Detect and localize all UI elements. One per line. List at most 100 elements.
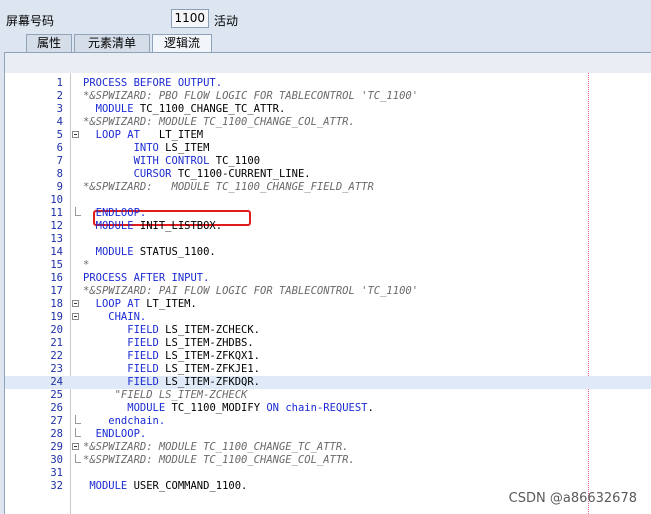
code-line[interactable]: 3 MODULE TC_1100_CHANGE_TC_ATTR. (5, 103, 651, 116)
line-number: 27 (50, 415, 63, 427)
tab-attributes[interactable]: 属性 (26, 34, 72, 52)
code-text: FIELD LS_ITEM-ZFKQX1. (83, 350, 260, 363)
code-line[interactable]: 14 MODULE STATUS_1100. (5, 246, 651, 259)
comment-token: *&SPWIZARD: MODULE TC_1100_CHANGE_TC_ATT… (83, 441, 349, 453)
code-line[interactable]: 12 MODULE INIT_LISTBOX. (5, 220, 651, 233)
line-number: 17 (50, 285, 63, 297)
code-editor[interactable]: 1 PROCESS BEFORE OUTPUT. 2 *&SPWIZARD: PBO … (5, 73, 651, 514)
code-token: USER_COMMAND_1100. (127, 480, 248, 492)
fold-end-icon (75, 207, 81, 216)
code-line[interactable]: 4 *&SPWIZARD: MODULE TC_1100_CHANGE_COL_A… (5, 116, 651, 129)
keyword-token: MODULE (83, 402, 166, 414)
screen-status: 活动 (214, 14, 239, 28)
code-line[interactable]: 7 WITH CONTROL TC_1100 (5, 155, 651, 168)
fold-end-icon (75, 428, 81, 437)
code-token: . (367, 402, 374, 414)
comment-token: *&SPWIZARD: MODULE TC_1100_CHANGE_COL_AT… (83, 116, 355, 128)
code-text: *&SPWIZARD: MODULE TC_1100_CHANGE_FIELD_… (83, 181, 374, 194)
code-line[interactable]: 15 * (5, 259, 651, 272)
code-token: LS_ITEM-ZCHECK. (158, 324, 261, 336)
comment-token: * (83, 259, 90, 271)
comment-token: *&SPWIZARD: PAI FLOW LOGIC FOR TABLECONT… (83, 285, 419, 297)
fold-toggle-icon[interactable] (72, 313, 79, 320)
code-token: INIT_LISTBOX. (133, 220, 223, 232)
line-number: 13 (50, 233, 63, 245)
code-line[interactable]: 2 *&SPWIZARD: PBO FLOW LOGIC FOR TABLECON… (5, 90, 651, 103)
code-text: PROCESS BEFORE OUTPUT. (83, 77, 222, 90)
keyword-token: endchain. (83, 415, 166, 427)
fold-end-icon (75, 415, 81, 424)
code-text: LOOP AT LT_ITEM (83, 129, 203, 142)
code-text: *&SPWIZARD: MODULE TC_1100_CHANGE_COL_AT… (83, 116, 355, 129)
keyword-token: MODULE (83, 246, 134, 258)
fold-toggle-icon[interactable] (72, 443, 79, 450)
code-line[interactable]: 27 endchain. (5, 415, 651, 428)
comment-token: *&SPWIZARD: MODULE TC_1100_CHANGE_FIELD_… (83, 181, 374, 193)
code-line[interactable]: 25 "FIELD LS_ITEM-ZCHECK (5, 389, 651, 402)
flow-logic-panel: 1 PROCESS BEFORE OUTPUT. 2 *&SPWIZARD: PBO … (4, 52, 651, 514)
tab-element-list[interactable]: 元素清单 (74, 34, 150, 52)
line-number: 12 (50, 220, 63, 232)
code-token: TC_1100_CHANGE_TC_ATTR. (133, 103, 286, 115)
code-line[interactable]: 24 FIELD LS_ITEM-ZFKDQR. (5, 376, 651, 389)
code-line[interactable]: 21 FIELD LS_ITEM-ZHDBS. (5, 337, 651, 350)
code-token: LT_ITEM. (139, 298, 197, 310)
code-text: *&SPWIZARD: PAI FLOW LOGIC FOR TABLECONT… (83, 285, 418, 298)
tab-flow-logic[interactable]: 逻辑流 (152, 34, 212, 53)
tab-element-list-label: 元素清单 (87, 36, 136, 50)
line-number: 8 (56, 168, 63, 180)
code-line[interactable]: 11 ENDLOOP. (5, 207, 651, 220)
keyword-token: MODULE (83, 220, 134, 232)
line-number: 31 (50, 467, 63, 479)
code-line[interactable]: 10 (5, 194, 651, 207)
code-text: CHAIN. (83, 311, 146, 324)
code-token: LS_ITEM-ZHDBS. (158, 337, 254, 349)
code-text: MODULE STATUS_1100. (83, 246, 216, 259)
keyword-token: FIELD (83, 337, 159, 349)
code-line[interactable]: 16 PROCESS AFTER INPUT. (5, 272, 651, 285)
code-line[interactable]: 23 FIELD LS_ITEM-ZFKJE1. (5, 363, 651, 376)
code-line[interactable]: 1 PROCESS BEFORE OUTPUT. (5, 77, 651, 90)
code-line[interactable]: 20 FIELD LS_ITEM-ZCHECK. (5, 324, 651, 337)
code-text: FIELD LS_ITEM-ZCHECK. (83, 324, 260, 337)
code-text: INTO LS_ITEM (83, 142, 210, 155)
code-token: LS_ITEM-ZFKDQR. (158, 376, 261, 388)
keyword-token: LOOP AT (83, 129, 140, 141)
code-text: LOOP AT LT_ITEM. (83, 298, 197, 311)
code-line[interactable]: 30 *&SPWIZARD: MODULE TC_1100_CHANGE_COL_… (5, 454, 651, 467)
code-line[interactable]: 28 ENDLOOP. (5, 428, 651, 441)
line-number: 1 (56, 77, 63, 89)
keyword-token: MODULE (83, 103, 134, 115)
fold-toggle-icon[interactable] (72, 131, 79, 138)
code-line[interactable]: 22 FIELD LS_ITEM-ZFKQX1. (5, 350, 651, 363)
keyword-token: INTO (83, 142, 159, 154)
code-text: ENDLOOP. (83, 428, 147, 441)
fold-toggle-icon[interactable] (72, 300, 79, 307)
code-line[interactable]: 31 (5, 467, 651, 480)
code-line[interactable]: 6 INTO LS_ITEM (5, 142, 651, 155)
code-text: MODULE USER_COMMAND_1100. (83, 480, 247, 493)
code-text: *&SPWIZARD: MODULE TC_1100_CHANGE_TC_ATT… (83, 441, 349, 454)
code-line[interactable]: 9 *&SPWIZARD: MODULE TC_1100_CHANGE_FIELD… (5, 181, 651, 194)
fold-end-icon (75, 454, 81, 463)
code-line[interactable]: 18 LOOP AT LT_ITEM. (5, 298, 651, 311)
keyword-token: CURSOR (83, 168, 172, 180)
keyword-token: chain-REQUEST (285, 402, 368, 414)
screen-number-field[interactable]: 1100 (171, 9, 209, 28)
code-text: MODULE TC_1100_MODIFY ON chain-REQUEST. (83, 402, 374, 415)
keyword-token: WITH CONTROL (83, 155, 210, 167)
line-number: 14 (50, 246, 63, 258)
code-token: STATUS_1100. (133, 246, 216, 258)
code-line[interactable]: 5 LOOP AT LT_ITEM (5, 129, 651, 142)
line-number: 28 (50, 428, 63, 440)
code-text: "FIELD LS_ITEM-ZCHECK (83, 389, 248, 402)
code-line[interactable]: 26 MODULE TC_1100_MODIFY ON chain-REQUES… (5, 402, 651, 415)
code-line[interactable]: 17 *&SPWIZARD: PAI FLOW LOGIC FOR TABLECO… (5, 285, 651, 298)
code-line[interactable]: 8 CURSOR TC_1100-CURRENT_LINE. (5, 168, 651, 181)
line-number: 3 (56, 103, 63, 115)
code-token: LS_ITEM (158, 142, 210, 154)
code-line[interactable]: 19 CHAIN. (5, 311, 651, 324)
code-line[interactable]: 29 *&SPWIZARD: MODULE TC_1100_CHANGE_TC_A… (5, 441, 651, 454)
keyword-token: LOOP AT (83, 298, 140, 310)
code-line[interactable]: 13 (5, 233, 651, 246)
